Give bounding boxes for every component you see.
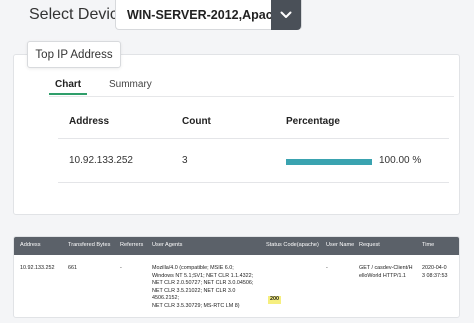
top-ip-table: Address Count Percentage 10.92.133.252 3… (58, 107, 449, 183)
top-ip-card: Chart Summary Address Count Percentage 1… (13, 54, 460, 215)
log-column-user-name: User Name (326, 242, 355, 248)
table-row: 10.92.133.252 661 - Mozilla/4.0 (compati… (14, 255, 459, 317)
log-bytes-cell: 661 (68, 265, 77, 271)
user-agent-line: NET CLR 3.5.21022; NET CLR 3.0 4506.2152… (152, 287, 236, 302)
log-address-cell: 10.92.133.252 (20, 265, 55, 271)
log-request-cell: GET / casdev-Client/H elloWorld HTTP/1.1 (359, 265, 419, 280)
user-agent-line: NET CLR 3.5.30729; MS-RTC LM 8) (152, 302, 240, 309)
top-ip-card-title: Top IP Address (27, 41, 121, 68)
time-line: 2020-04-0 (422, 265, 447, 271)
device-dropdown-button[interactable] (271, 0, 301, 30)
log-status-cell: 200 (268, 296, 281, 304)
log-user-name-cell: - (326, 265, 328, 271)
column-header-address: Address (69, 116, 110, 127)
percentage-bar-fill (286, 159, 372, 165)
log-column-address: Address (20, 242, 41, 248)
device-select-value[interactable]: WIN-SERVER-2012,Apache (116, 8, 271, 22)
request-line: GET / casdev-Client/H (359, 265, 413, 271)
log-user-agent-cell: Mozilla/4.0 (compatible; MSIE 6.0; Windo… (152, 265, 262, 311)
percentage-bar (286, 159, 372, 165)
log-column-status: Status Code(apache) (266, 242, 319, 248)
request-line: elloWorld HTTP/1.1 (359, 272, 406, 279)
log-time-cell: 2020-04-0 3 08:37:53 (422, 265, 450, 280)
tab-chart[interactable]: Chart (49, 79, 88, 95)
log-referrers-cell: - (120, 265, 122, 271)
user-agent-line: Mozilla/4.0 (compatible; MSIE 6.0; (152, 265, 234, 271)
ip-address-cell: 10.92.133.252 (69, 155, 133, 166)
user-agent-line: NET CLR 2.0.50727; NET CLR 3.0.04506; (152, 280, 254, 287)
time-line: 3 08:37:53 (422, 272, 448, 279)
column-header-percentage: Percentage (286, 116, 340, 127)
tab-summary[interactable]: Summary (109, 79, 152, 94)
top-ip-tabs: Chart Summary (49, 77, 454, 97)
log-column-request: Request (359, 242, 380, 248)
log-column-user-agents: User Agents (152, 242, 183, 248)
table-header: Address Count Percentage (58, 107, 449, 139)
chevron-down-icon (280, 11, 292, 18)
device-select[interactable]: WIN-SERVER-2012,Apache (115, 0, 302, 30)
status-badge: 200 (268, 296, 281, 304)
user-agent-line: Windows NT 5.1;SV1; NET CLR 1.1.4322; (152, 272, 254, 279)
request-log-table: Address Transfered Bytes Referrers User … (13, 236, 460, 318)
log-column-time: Time (422, 242, 435, 248)
column-header-count: Count (182, 116, 211, 127)
percentage-cell: 100.00 % (379, 155, 422, 166)
device-selector-label: Select Device (29, 6, 127, 23)
log-table-header: Address Transfered Bytes Referrers User … (14, 237, 459, 255)
table-row: 10.92.133.252 3 100.00 % (58, 139, 449, 183)
log-column-bytes: Transfered Bytes (68, 242, 111, 248)
log-column-referrers: Referrers (120, 242, 144, 248)
count-cell: 3 (182, 155, 188, 166)
